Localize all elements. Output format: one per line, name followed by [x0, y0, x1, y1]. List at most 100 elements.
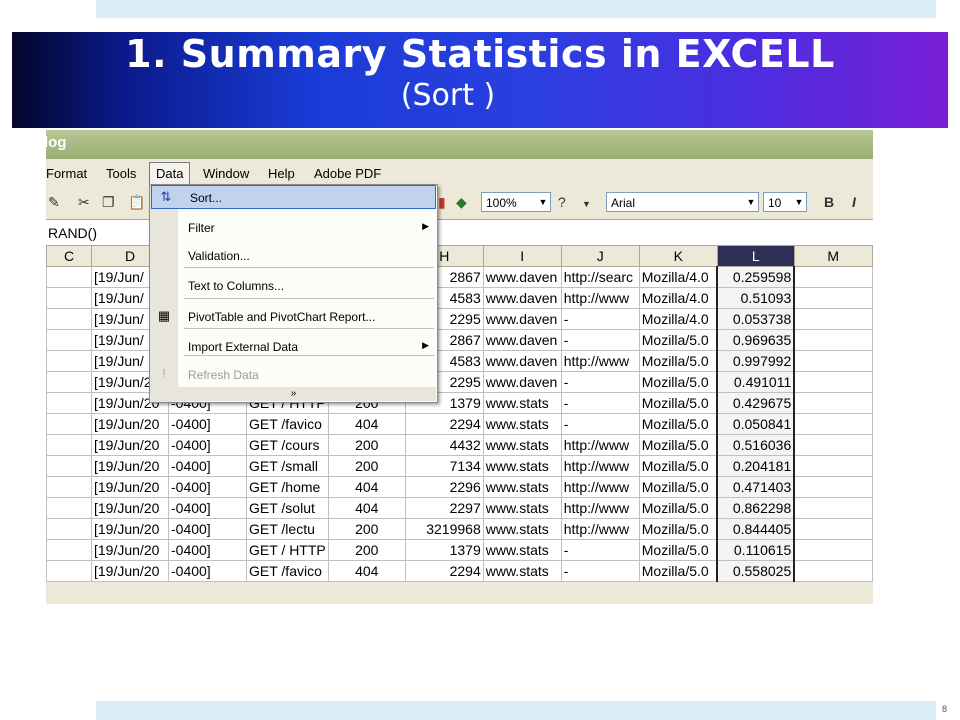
drawing-icon[interactable]: ◆ — [456, 194, 467, 211]
chevron-down-icon[interactable]: ▼ — [582, 199, 591, 209]
expand-menu-icon[interactable]: » — [151, 387, 436, 401]
menu-window[interactable]: Window — [203, 166, 249, 181]
table-cell[interactable] — [793, 560, 873, 582]
table-cell[interactable]: [19/Jun/20 — [91, 560, 169, 582]
table-cell[interactable]: http://www — [560, 287, 640, 309]
table-cell[interactable]: www.daven — [482, 350, 562, 372]
table-cell[interactable]: http://www — [560, 497, 640, 519]
table-cell[interactable]: - — [560, 560, 640, 582]
table-cell[interactable] — [793, 329, 873, 351]
table-cell[interactable]: 0.969635 — [716, 329, 796, 351]
table-cell[interactable] — [46, 392, 92, 414]
table-cell[interactable]: 1379 — [404, 539, 484, 561]
table-cell[interactable]: -0400] — [168, 455, 247, 477]
table-cell[interactable]: 0.51093 — [716, 287, 796, 309]
table-cell[interactable]: http://www — [560, 434, 640, 456]
menu-item-sort[interactable]: ⇅ Sort... — [151, 185, 436, 209]
table-cell[interactable]: Mozilla/5.0 — [638, 455, 718, 477]
table-cell[interactable]: 0.558025 — [716, 560, 796, 582]
menu-help[interactable]: Help — [268, 166, 295, 181]
table-cell[interactable] — [46, 497, 92, 519]
table-cell[interactable]: 404 — [327, 497, 406, 519]
font-select[interactable]: Arial ▼ — [606, 192, 759, 212]
column-header-k[interactable]: K — [638, 245, 718, 267]
table-cell[interactable] — [46, 539, 92, 561]
column-header-i[interactable]: I — [482, 245, 562, 267]
table-cell[interactable]: 2294 — [404, 413, 484, 435]
table-cell[interactable]: Mozilla/5.0 — [638, 329, 718, 351]
help-icon[interactable]: ? — [558, 194, 566, 210]
table-cell[interactable]: Mozilla/5.0 — [638, 392, 718, 414]
table-cell[interactable]: www.stats — [482, 434, 562, 456]
table-cell[interactable]: -0400] — [168, 476, 247, 498]
menu-item-text-to-columns[interactable]: Text to Columns... — [150, 274, 437, 298]
table-cell[interactable]: GET /cours — [246, 434, 329, 456]
table-cell[interactable]: www.stats — [482, 539, 562, 561]
bold-button[interactable]: B — [824, 194, 834, 210]
table-cell[interactable]: Mozilla/5.0 — [638, 476, 718, 498]
table-cell[interactable]: 0.204181 — [716, 455, 796, 477]
table-cell[interactable]: Mozilla/5.0 — [638, 539, 718, 561]
table-cell[interactable] — [793, 266, 873, 288]
table-cell[interactable]: -0400] — [168, 539, 247, 561]
menu-item-pivottable-and-pivotchart-report[interactable]: ▦ PivotTable and PivotChart Report... — [150, 305, 437, 329]
menu-adobe-pdf[interactable]: Adobe PDF — [314, 166, 381, 181]
table-cell[interactable]: 404 — [327, 476, 406, 498]
table-cell[interactable]: 0.259598 — [716, 266, 796, 288]
table-cell[interactable]: -0400] — [168, 434, 247, 456]
table-cell[interactable]: Mozilla/5.0 — [638, 350, 718, 372]
table-cell[interactable] — [46, 518, 92, 540]
table-cell[interactable]: 0.053738 — [716, 308, 796, 330]
table-cell[interactable]: www.daven — [482, 329, 562, 351]
table-cell[interactable]: GET / HTTP — [246, 539, 329, 561]
table-cell[interactable]: [19/Jun/20 — [91, 497, 169, 519]
table-cell[interactable] — [46, 560, 92, 582]
table-cell[interactable]: GET /solut — [246, 497, 329, 519]
table-cell[interactable]: Mozilla/4.0 — [638, 266, 718, 288]
table-cell[interactable]: Mozilla/5.0 — [638, 434, 718, 456]
table-cell[interactable]: Mozilla/5.0 — [638, 413, 718, 435]
table-cell[interactable] — [46, 434, 92, 456]
table-cell[interactable]: http://www — [560, 518, 640, 540]
cut-icon[interactable]: ✂ — [78, 194, 90, 211]
table-cell[interactable]: 0.997992 — [716, 350, 796, 372]
table-cell[interactable]: www.daven — [482, 371, 562, 393]
table-cell[interactable] — [46, 287, 92, 309]
table-cell[interactable] — [793, 476, 873, 498]
table-cell[interactable]: 0.516036 — [716, 434, 796, 456]
table-cell[interactable]: 2297 — [404, 497, 484, 519]
table-cell[interactable]: http://www — [560, 455, 640, 477]
table-cell[interactable]: - — [560, 392, 640, 414]
table-cell[interactable]: GET /favico — [246, 413, 329, 435]
table-cell[interactable]: 7134 — [404, 455, 484, 477]
table-cell[interactable]: Mozilla/5.0 — [638, 497, 718, 519]
table-cell[interactable]: 0.429675 — [716, 392, 796, 414]
table-cell[interactable]: - — [560, 329, 640, 351]
table-cell[interactable]: 0.471403 — [716, 476, 796, 498]
table-cell[interactable] — [793, 518, 873, 540]
table-cell[interactable] — [793, 434, 873, 456]
table-cell[interactable] — [793, 350, 873, 372]
column-header-j[interactable]: J — [560, 245, 640, 267]
table-cell[interactable]: -0400] — [168, 497, 247, 519]
table-cell[interactable] — [793, 497, 873, 519]
font-size-select[interactable]: 10 ▼ — [763, 192, 807, 212]
table-cell[interactable]: GET /favico — [246, 560, 329, 582]
table-cell[interactable]: www.stats — [482, 497, 562, 519]
table-cell[interactable] — [46, 371, 92, 393]
chart-icon[interactable]: ▮ — [438, 194, 446, 211]
table-cell[interactable]: 200 — [327, 434, 406, 456]
table-cell[interactable]: -0400] — [168, 518, 247, 540]
italic-button[interactable]: I — [852, 194, 856, 210]
table-cell[interactable]: [19/Jun/20 — [91, 455, 169, 477]
table-cell[interactable]: www.daven — [482, 287, 562, 309]
format-painter-icon[interactable]: ✎ — [48, 194, 60, 211]
table-cell[interactable]: www.stats — [482, 413, 562, 435]
table-cell[interactable]: www.stats — [482, 560, 562, 582]
menu-data[interactable]: Data — [149, 162, 191, 185]
table-cell[interactable]: GET /home — [246, 476, 329, 498]
table-cell[interactable] — [793, 308, 873, 330]
table-cell[interactable]: 0.862298 — [716, 497, 796, 519]
table-cell[interactable]: [19/Jun/20 — [91, 434, 169, 456]
column-header-l[interactable]: L — [716, 245, 795, 267]
